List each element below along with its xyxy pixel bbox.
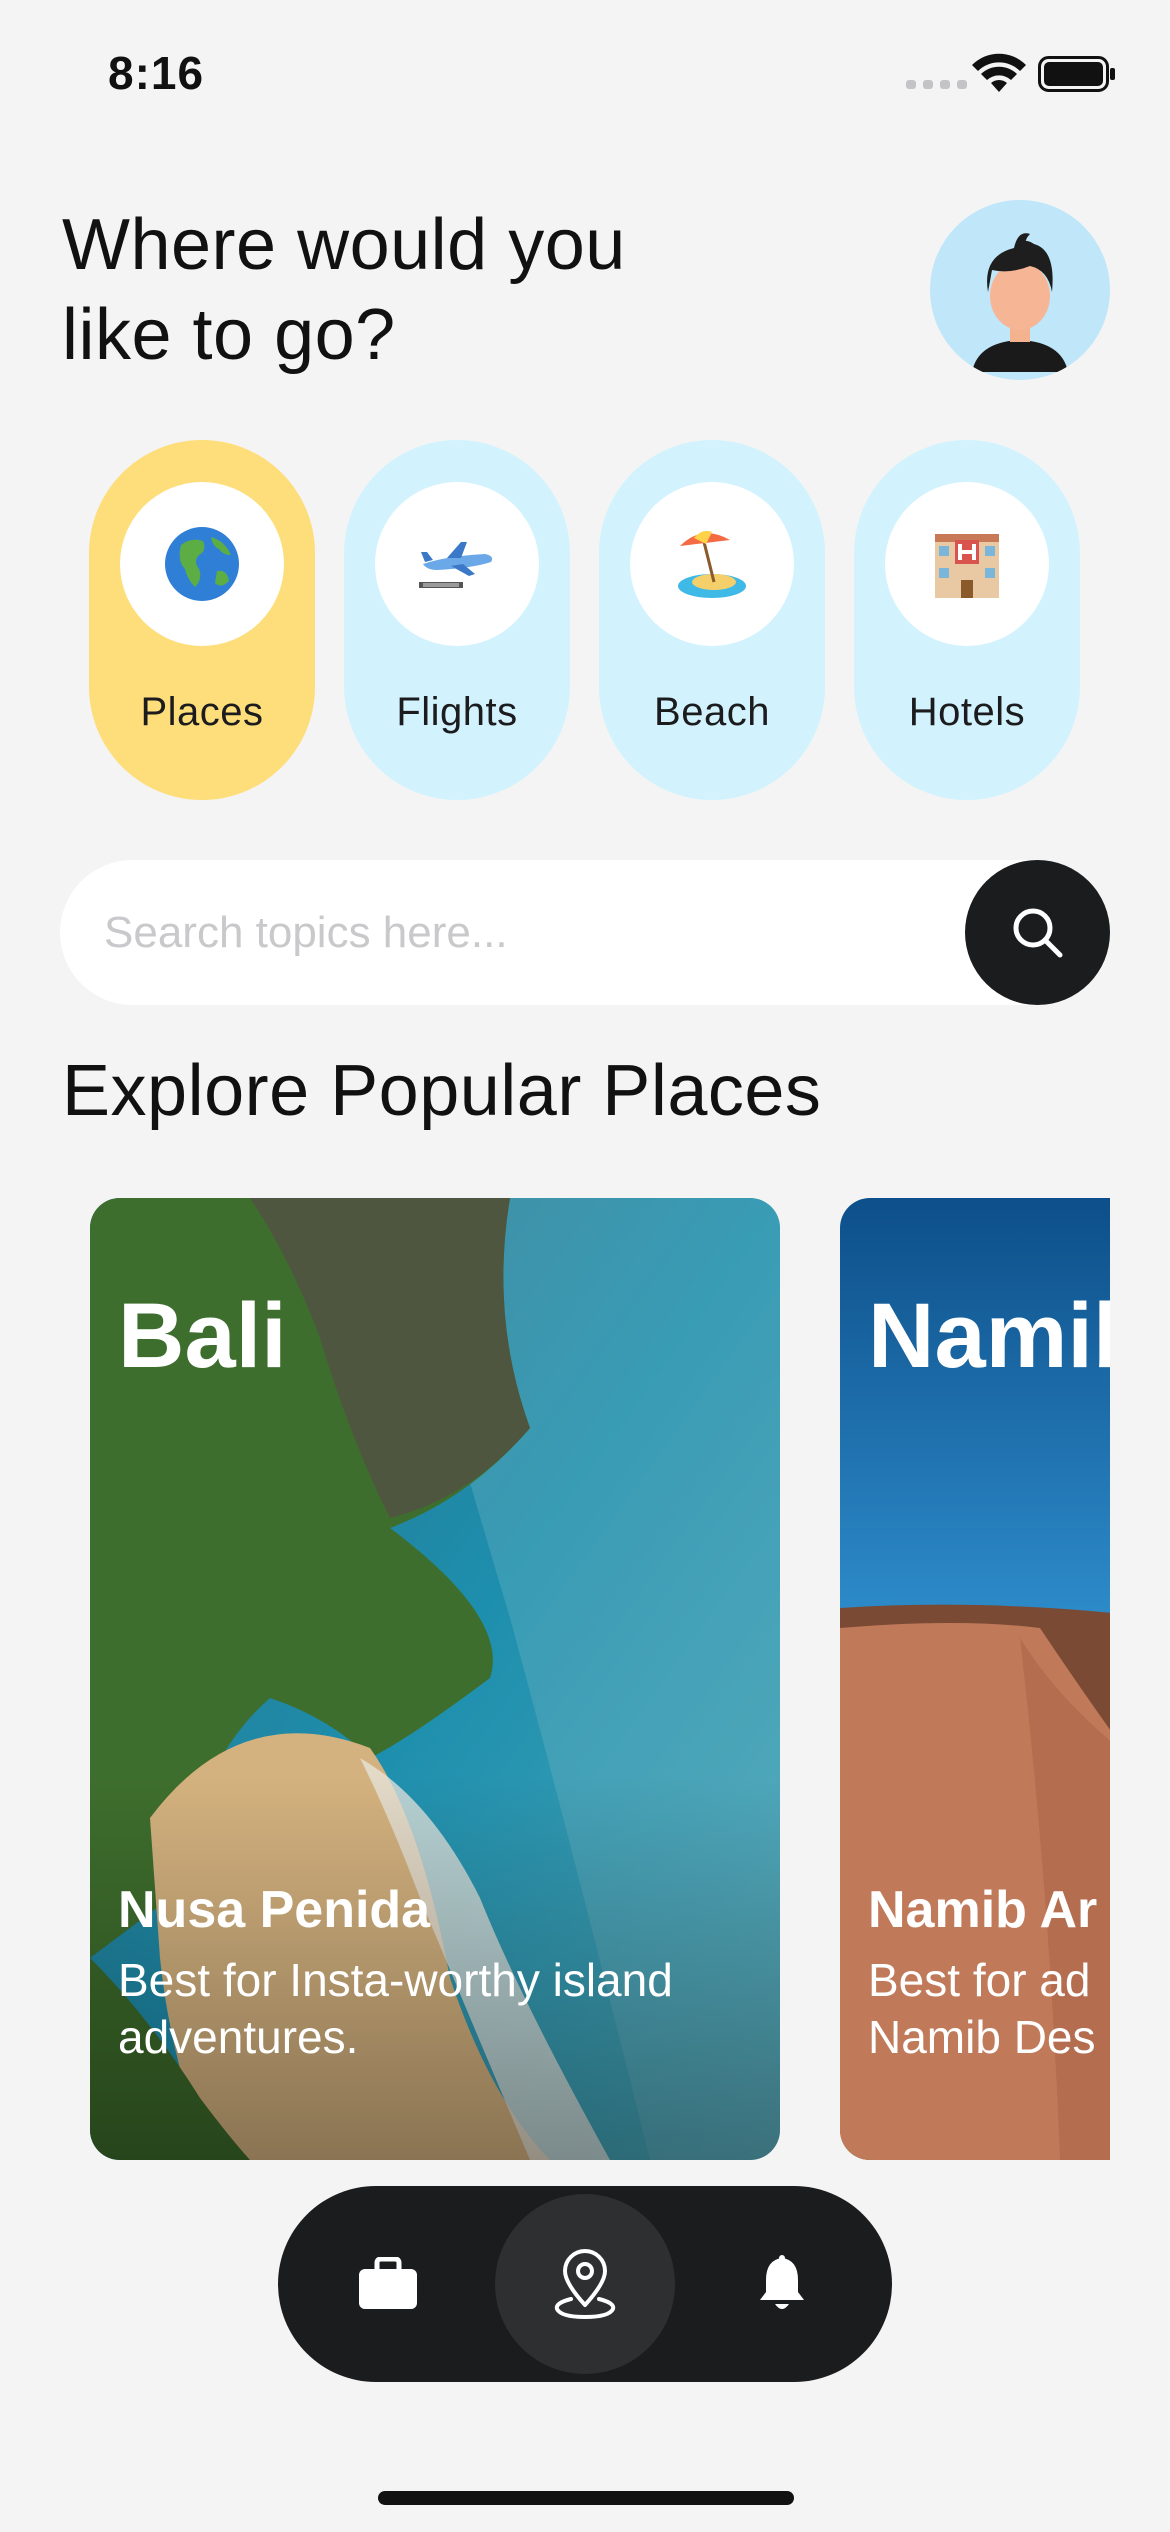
- nav-explore[interactable]: [495, 2186, 675, 2382]
- user-avatar-icon: [972, 233, 1068, 372]
- category-label: Flights: [396, 690, 518, 734]
- map-pin-icon: [554, 2249, 616, 2320]
- category-label: Beach: [654, 690, 770, 734]
- status-time: 8:16: [108, 47, 205, 99]
- place-name: Bali: [118, 1285, 287, 1387]
- popular-places-carousel[interactable]: Bali Nusa Penida Best for Insta-worthy i…: [0, 1198, 1110, 2160]
- avatar[interactable]: [930, 200, 1110, 380]
- nav-trips[interactable]: [298, 2186, 478, 2382]
- page-title: Where would you like to go?: [62, 200, 782, 380]
- category-hotels[interactable]: Hotels: [854, 440, 1080, 800]
- category-places[interactable]: Places: [89, 440, 315, 800]
- section-title: Explore Popular Places: [62, 1051, 822, 1131]
- place-name: Namib: [868, 1285, 1110, 1387]
- bell-icon: [760, 2255, 804, 2309]
- home-indicator: [378, 2491, 794, 2505]
- status-bar: 8:16: [0, 0, 1170, 150]
- search-icon: [1013, 908, 1062, 957]
- beach-umbrella-icon: [678, 530, 746, 598]
- battery-icon: [1038, 56, 1115, 92]
- place-spot: Nusa Penida: [118, 1881, 431, 1939]
- place-card-namib[interactable]: Namib Namib Ar Best for ad Namib Des: [840, 1198, 1110, 2160]
- category-label: Places: [140, 690, 264, 734]
- place-description: Best for ad Namib Des: [868, 1954, 1096, 2063]
- search-bar: [60, 860, 1110, 1005]
- search-input[interactable]: [104, 860, 964, 1005]
- wifi-icon: [972, 53, 1026, 92]
- page-title-line-2: like to go?: [62, 295, 396, 375]
- search-button[interactable]: [965, 860, 1110, 1005]
- cellular-signal-icon: [906, 80, 967, 89]
- briefcase-icon: [359, 2257, 417, 2309]
- category-flights[interactable]: Flights: [344, 440, 570, 800]
- category-label: Hotels: [908, 690, 1026, 734]
- airplane-icon: [419, 542, 493, 588]
- category-beach[interactable]: Beach: [599, 440, 825, 800]
- nav-notifications[interactable]: [692, 2186, 872, 2382]
- place-card-bali[interactable]: Bali Nusa Penida Best for Insta-worthy i…: [90, 1198, 780, 2160]
- place-description: Best for Insta-worthy island adventures.: [118, 1954, 673, 2063]
- place-spot: Namib Ar: [868, 1881, 1098, 1939]
- hotel-icon: [935, 534, 999, 598]
- bottom-nav: [278, 2186, 892, 2382]
- page-title-line-1: Where would you: [62, 205, 626, 285]
- globe-icon: [165, 527, 239, 601]
